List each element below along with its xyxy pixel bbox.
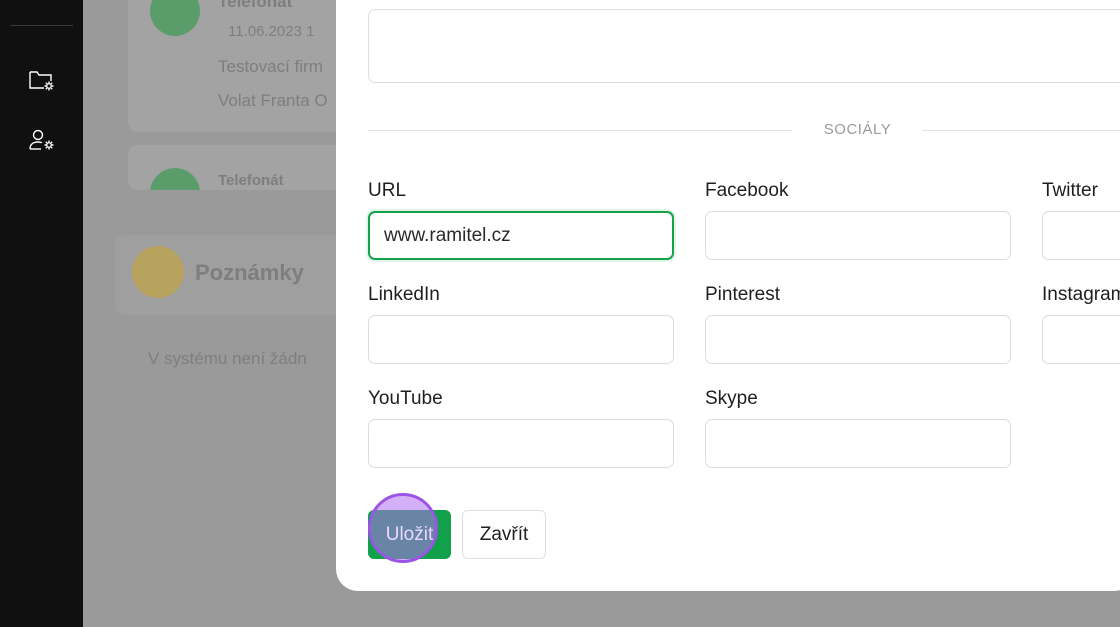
notes-icon [132, 246, 184, 298]
twitter-label: Twitter [1042, 180, 1098, 201]
linkedin-label: LinkedIn [368, 284, 440, 305]
pinterest-label: Pinterest [705, 284, 780, 305]
section-title: SOCIÁLY [823, 121, 892, 138]
youtube-label: YouTube [368, 388, 443, 409]
facebook-input[interactable] [705, 211, 1011, 260]
skype-label: Skype [705, 388, 758, 409]
save-button[interactable] [368, 510, 451, 559]
sidebar-divider [10, 25, 73, 26]
instagram-label: Instagram [1042, 284, 1120, 305]
activity-type-2: Telefonát [218, 172, 284, 189]
section-divider-right [922, 130, 1120, 131]
skype-input[interactable] [705, 419, 1011, 468]
close-button[interactable]: Zavřít [462, 510, 546, 559]
activity-note: Volat Franta O [218, 91, 328, 110]
url-label: URL [368, 180, 407, 201]
notes-empty-text: V systému není žádn [148, 349, 307, 368]
twitter-input[interactable] [1042, 211, 1120, 260]
facebook-label: Facebook [705, 180, 789, 201]
activity-type: Telefonát [218, 0, 293, 11]
notes-title: Poznámky [195, 260, 304, 285]
linkedin-input[interactable] [368, 315, 674, 364]
sidebar [0, 0, 83, 627]
url-input[interactable] [368, 211, 674, 260]
pinterest-input[interactable] [705, 315, 1011, 364]
instagram-input[interactable] [1042, 315, 1120, 364]
activity-date: 11.06.2023 1 [228, 23, 315, 40]
user-settings-icon[interactable] [27, 126, 57, 154]
description-textarea[interactable] [368, 9, 1120, 83]
section-divider-left [368, 130, 792, 131]
youtube-input[interactable] [368, 419, 674, 468]
folder-settings-icon[interactable] [27, 66, 57, 94]
activity-company: Testovací firm [218, 57, 323, 76]
